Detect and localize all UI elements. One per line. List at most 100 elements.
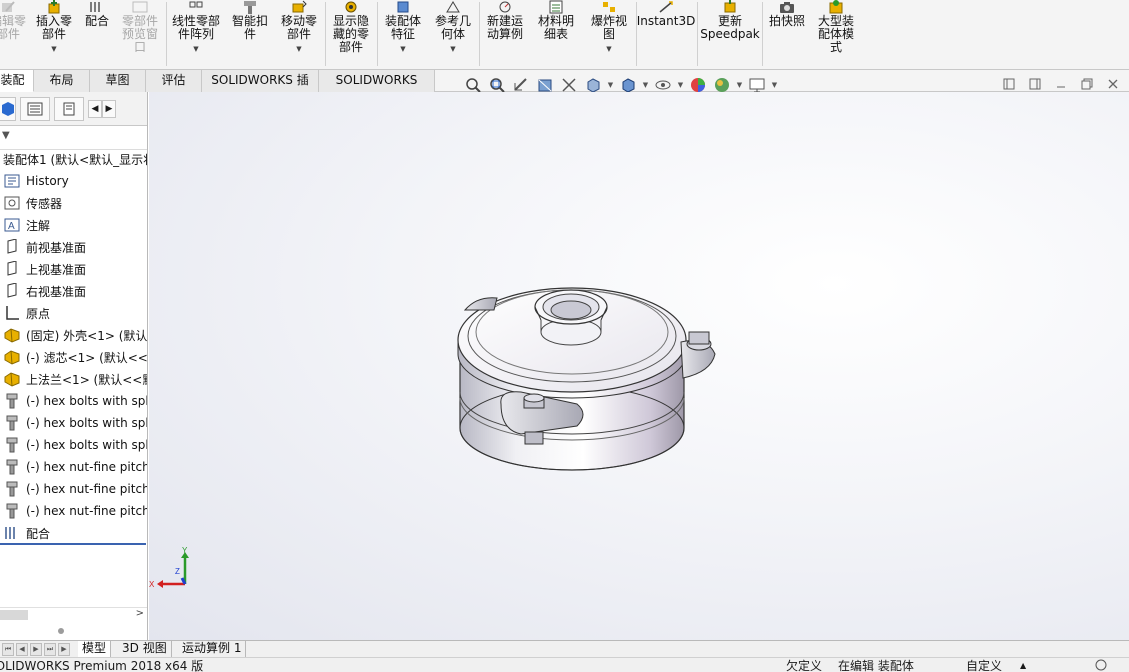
filter-icon[interactable]: ▼ — [2, 130, 10, 141]
part-icon — [3, 326, 21, 344]
large-assembly-mode-button[interactable]: 大型装 配体模 式 — [812, 0, 860, 68]
tree-item[interactable]: 上法兰<1> (默认<<默认>_显示状态 1>) — [0, 368, 147, 390]
tree-item[interactable]: History — [0, 170, 147, 192]
show-hidden-icon — [342, 0, 360, 14]
component-preview-button[interactable]: 零部件 预览窗 口 — [116, 0, 164, 68]
bolt-icon — [3, 414, 21, 432]
assembly-features-button[interactable]: 装配体 特征 ▼ — [380, 0, 426, 68]
tree-item[interactable]: 原点 — [0, 302, 147, 324]
dropdown-arrow-icon[interactable]: ▼ — [641, 81, 650, 89]
dropdown-arrow-icon[interactable]: ▼ — [296, 43, 301, 56]
tab-assembly[interactable]: 装配体 — [0, 70, 34, 108]
tree-item[interactable]: (固定) 外壳<1> (默认<<默认>_显示状态 1>) — [0, 324, 147, 346]
horizontal-scrollbar[interactable]: > — [0, 607, 147, 621]
tab-solidworks-mbd[interactable]: SOLIDWORKS MBD — [319, 70, 435, 108]
minimize-icon[interactable] — [1053, 76, 1069, 92]
instant3d-button[interactable]: Instant3D — [637, 0, 695, 68]
scroll-tabs-left-icon[interactable]: ◀ — [88, 99, 102, 118]
dropdown-arrow-icon[interactable]: ▼ — [770, 81, 779, 89]
move-component-button[interactable]: 移动零 部件 ▼ — [276, 0, 322, 68]
tree-item-label: (-) hex nut-fine pitch- — [26, 504, 147, 518]
previous-tab-icon[interactable]: ◀ — [16, 643, 28, 656]
tree-root-assembly[interactable]: 装配体1 (默认<默认_显示状态-1>) — [0, 148, 147, 170]
tree-filter-row[interactable]: ▼ — [0, 126, 147, 150]
tab-motion-study-1[interactable]: 运动算例 1 — [178, 641, 247, 657]
dropdown-arrow-icon[interactable]: ▼ — [676, 81, 685, 89]
tab-model[interactable]: 模型 — [78, 641, 112, 657]
scroll-right-icon[interactable]: > — [136, 608, 144, 619]
bom-icon — [547, 0, 565, 14]
units-dropdown-icon[interactable]: ▲ — [1020, 659, 1026, 672]
dropdown-arrow-icon[interactable]: ▼ — [193, 43, 198, 56]
tree-item[interactable]: 上视基准面 — [0, 258, 147, 280]
tree-item[interactable]: 传感器 — [0, 192, 147, 214]
tree-item-label: (-) hex bolts with split pin — [26, 394, 147, 408]
tab-evaluate[interactable]: 评估 — [146, 70, 202, 92]
bill-of-materials-button[interactable]: 材料明 细表 — [532, 0, 580, 68]
property-manager-tab[interactable] — [20, 96, 50, 121]
tab-sketch[interactable]: 草图 — [90, 70, 146, 92]
edit-component-icon — [0, 0, 17, 14]
feature-manager-tab[interactable] — [0, 96, 16, 121]
scrollbar-thumb[interactable] — [0, 610, 28, 620]
restore-icon[interactable] — [1079, 76, 1095, 92]
help-icon[interactable] — [1094, 659, 1108, 672]
command-manager-ribbon: 编辑零 部件 插入零 部件 ▼ 配合 零部件 预览窗 口 线性零部 件阵列 ▼ … — [0, 0, 1129, 70]
next-tab-icon[interactable]: ▶ — [30, 643, 42, 656]
tab-3d-views[interactable]: 3D 视图 — [118, 641, 172, 657]
graphics-area[interactable]: Y X Z — [149, 92, 1129, 640]
history-icon — [3, 172, 21, 190]
dropdown-arrow-icon[interactable]: ▼ — [735, 81, 744, 89]
configuration-manager-tab[interactable] — [54, 96, 84, 121]
edit-component-button[interactable]: 编辑零 部件 — [0, 0, 28, 68]
linear-pattern-icon — [187, 0, 205, 14]
filter-housing-model[interactable] — [149, 92, 1129, 640]
expand-right-icon[interactable] — [1027, 76, 1043, 92]
reference-geometry-button[interactable]: 参考几 何体 ▼ — [430, 0, 476, 68]
tree-item-label: (-) hex bolts with split pin — [26, 438, 147, 452]
tree-item[interactable]: (-) hex nut-fine pitch- — [0, 456, 147, 478]
mate-button[interactable]: 配合 — [80, 0, 114, 68]
dropdown-arrow-icon[interactable]: ▼ — [450, 43, 455, 56]
smart-fasteners-button[interactable]: 智能扣 件 — [228, 0, 272, 68]
tree-item[interactable]: (-) 滤芯<1> (默认<<默认>_显示状态 1>) — [0, 346, 147, 368]
show-hidden-components-button[interactable]: 显示隐 藏的零 部件 — [328, 0, 374, 68]
tree-item[interactable]: (-) hex nut-fine pitch- — [0, 500, 147, 522]
dropdown-arrow-icon[interactable]: ▼ — [400, 43, 405, 56]
tree-item[interactable]: (-) hex bolts with split pin — [0, 412, 147, 434]
first-tab-icon[interactable]: ⏮ — [2, 643, 14, 656]
tree-item[interactable]: (-) hex nut-fine pitch- — [0, 478, 147, 500]
plane-icon — [3, 260, 21, 278]
dropdown-arrow-icon[interactable]: ▼ — [606, 43, 611, 56]
rollback-bar[interactable] — [0, 543, 146, 545]
status-units[interactable]: 自定义 — [966, 659, 1002, 672]
tree-item[interactable]: (-) hex bolts with split pin — [0, 434, 147, 456]
tree-item[interactable]: 配合 — [0, 522, 147, 544]
tab-layout[interactable]: 布局 — [34, 70, 90, 92]
tab-solidworks-addins[interactable]: SOLIDWORKS 插件 — [202, 70, 319, 108]
panel-splitter-handle[interactable] — [58, 628, 64, 634]
update-speedpak-button[interactable]: 更新 Speedpak — [700, 0, 760, 68]
part-icon — [3, 370, 21, 388]
sensor-icon — [3, 194, 21, 212]
insert-component-button[interactable]: 插入零 部件 ▼ — [32, 0, 76, 68]
last-tab-icon[interactable]: ⏭ — [44, 643, 56, 656]
take-snapshot-button[interactable]: 拍快照 — [764, 0, 810, 68]
tree-item[interactable]: A 注解 — [0, 214, 147, 236]
tree-item[interactable]: (-) hex bolts with split pin — [0, 390, 147, 412]
tree-item[interactable]: 右视基准面 — [0, 280, 147, 302]
linear-pattern-button[interactable]: 线性零部 件阵列 ▼ — [168, 0, 224, 68]
part-icon — [3, 348, 21, 366]
dropdown-arrow-icon[interactable]: ▼ — [606, 81, 615, 89]
close-icon[interactable] — [1105, 76, 1121, 92]
new-motion-study-button[interactable]: 新建运 动算例 — [482, 0, 528, 68]
dropdown-arrow-icon[interactable]: ▼ — [51, 43, 56, 56]
scroll-tabs-right-icon[interactable]: ▶ — [102, 99, 116, 118]
document-bottom-tabs: ⏮ ◀ ▶ ⏭ ▶ 模型 3D 视图 运动算例 1 — [0, 640, 1129, 657]
insert-component-icon — [45, 0, 63, 14]
expand-left-icon[interactable] — [1001, 76, 1017, 92]
reference-geometry-icon — [444, 0, 462, 14]
tab-scroll-icon[interactable]: ▶ — [58, 643, 70, 656]
exploded-view-button[interactable]: 爆炸视 图 ▼ — [584, 0, 634, 68]
tree-item[interactable]: 前视基准面 — [0, 236, 147, 258]
